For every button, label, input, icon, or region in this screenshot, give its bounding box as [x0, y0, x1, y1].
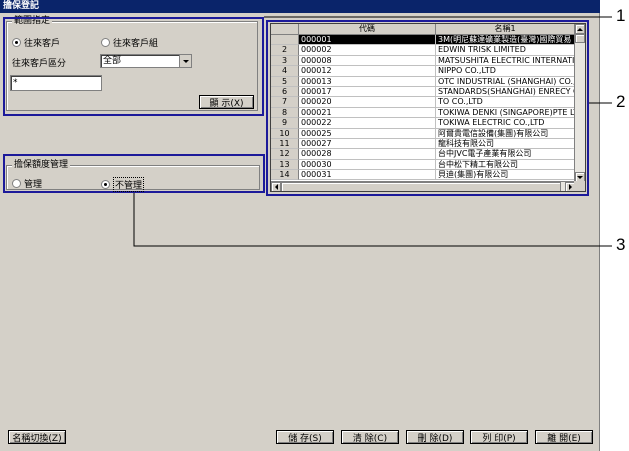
- radio-dot-selected-icon: [101, 180, 110, 189]
- radio-no-manage-label: 不管理: [113, 177, 145, 192]
- table-row[interactable]: 11 000027 龍科技有限公司: [271, 138, 575, 150]
- callout-number-3: 3: [616, 235, 626, 254]
- row-number[interactable]: 2: [271, 45, 299, 56]
- name-switch-label: 名稱切換(Z): [12, 433, 62, 444]
- cell-name[interactable]: 3M(明尼蘇達礦業製造(臺灣)國際貿易: [436, 35, 575, 46]
- radio-no-manage[interactable]: 不管理: [101, 177, 145, 192]
- row-number[interactable]: 4: [271, 66, 299, 77]
- row-number[interactable]: 11: [271, 138, 299, 150]
- print-button[interactable]: 列 印(P): [470, 430, 528, 444]
- cell-code[interactable]: 000001: [299, 35, 436, 46]
- table-row[interactable]: 3 000008 MATSUSHITA ELECTRIC INTERNATI: [271, 55, 575, 67]
- scroll-thumb-horizontal[interactable]: [281, 182, 561, 191]
- guarantee-group-title: 擔保額度管理: [12, 160, 71, 171]
- cell-name[interactable]: 台中松下精工有限公司: [436, 159, 575, 171]
- close-button[interactable]: 離 開(E): [535, 430, 593, 444]
- cell-code[interactable]: 000028: [299, 149, 436, 160]
- cell-name[interactable]: NIPPO CO.,LTD: [436, 66, 575, 77]
- radio-manage[interactable]: 管理: [12, 177, 42, 190]
- row-number[interactable]: 8: [271, 107, 299, 119]
- cell-name[interactable]: MATSUSHITA ELECTRIC INTERNATI: [436, 55, 575, 67]
- save-button-label: 儲 存(S): [288, 433, 322, 444]
- cell-code[interactable]: 000020: [299, 97, 436, 108]
- delete-button[interactable]: 刪 除(D): [406, 430, 464, 444]
- scroll-left-icon[interactable]: [271, 182, 281, 191]
- cell-code[interactable]: 000027: [299, 138, 436, 150]
- cell-name[interactable]: STANDARDS(SHANGHAI) ENRECY CO: [436, 86, 575, 98]
- row-number[interactable]: 10: [271, 128, 299, 139]
- clear-button-label: 清 除(C): [352, 433, 388, 444]
- scroll-up-icon[interactable]: [575, 24, 585, 34]
- table-row[interactable]: 10 000025 阿爾貴電信設備(集團)有限公司: [271, 128, 575, 139]
- cell-code[interactable]: 000021: [299, 107, 436, 119]
- cell-name[interactable]: EDWIN TRISK LIMITED: [436, 45, 575, 56]
- table-row[interactable]: 6 000017 STANDARDS(SHANGHAI) ENRECY CO: [271, 86, 575, 98]
- table-row[interactable]: 4 000012 NIPPO CO.,LTD: [271, 66, 575, 77]
- cell-code[interactable]: 000017: [299, 86, 436, 98]
- window-title: 擔保登記: [0, 0, 600, 13]
- highlight-box-1: [3, 17, 264, 116]
- table-row[interactable]: 12 000028 台中JVC電子產業有限公司: [271, 149, 575, 160]
- main-window: 擔保登記 範圍指定 往來客戶 往來客戶組 往來客戶區分 全部 * 顯 示(X) …: [0, 0, 600, 451]
- customer-grid[interactable]: 代碼 名稱1 000001 3M(明尼蘇達礦業製造(臺灣)國際貿易 2 000002 E…: [270, 23, 586, 192]
- grid-horizontal-scrollbar[interactable]: [271, 181, 575, 191]
- row-number[interactable]: 14: [271, 170, 299, 181]
- grid-header: 代碼 名稱1: [271, 24, 575, 35]
- save-button[interactable]: 儲 存(S): [276, 430, 334, 444]
- header-code[interactable]: 代碼: [299, 24, 436, 35]
- cell-name[interactable]: 阿爾貴電信設備(集團)有限公司: [436, 128, 575, 139]
- grid-vertical-scrollbar[interactable]: [574, 24, 585, 182]
- callout-number-2: 2: [616, 92, 626, 111]
- row-number[interactable]: 5: [271, 76, 299, 87]
- close-button-label: 離 開(E): [547, 433, 581, 444]
- row-number[interactable]: 3: [271, 55, 299, 67]
- row-number[interactable]: [271, 35, 299, 46]
- cell-code[interactable]: 000002: [299, 45, 436, 56]
- table-row[interactable]: 13 000030 台中松下精工有限公司: [271, 159, 575, 171]
- row-number[interactable]: 13: [271, 159, 299, 171]
- scroll-corner: [574, 181, 585, 191]
- cell-code[interactable]: 000030: [299, 159, 436, 171]
- name-switch-button[interactable]: 名稱切換(Z): [8, 430, 66, 444]
- row-number[interactable]: 9: [271, 118, 299, 129]
- grid-rows: 000001 3M(明尼蘇達礦業製造(臺灣)國際貿易 2 000002 EDWIN TR…: [271, 35, 575, 181]
- cell-name[interactable]: TOKIWA ELECTRIC CO.,LTD: [436, 118, 575, 129]
- cell-code[interactable]: 000031: [299, 170, 436, 181]
- row-number[interactable]: 6: [271, 86, 299, 98]
- table-row[interactable]: 000001 3M(明尼蘇達礦業製造(臺灣)國際貿易: [271, 35, 575, 46]
- cell-code[interactable]: 000008: [299, 55, 436, 67]
- clear-button[interactable]: 清 除(C): [341, 430, 399, 444]
- row-number[interactable]: 7: [271, 97, 299, 108]
- table-row[interactable]: 2 000002 EDWIN TRISK LIMITED: [271, 45, 575, 56]
- cell-name[interactable]: TO CO.,LTD: [436, 97, 575, 108]
- cell-code[interactable]: 000025: [299, 128, 436, 139]
- row-number[interactable]: 12: [271, 149, 299, 160]
- cell-code[interactable]: 000013: [299, 76, 436, 87]
- cell-name[interactable]: 台中JVC電子產業有限公司: [436, 149, 575, 160]
- header-name[interactable]: 名稱1: [436, 24, 575, 35]
- cell-code[interactable]: 000012: [299, 66, 436, 77]
- header-rownum: [271, 24, 299, 35]
- table-row[interactable]: 7 000020 TO CO.,LTD: [271, 97, 575, 108]
- print-button-label: 列 印(P): [482, 433, 516, 444]
- cell-name[interactable]: 龍科技有限公司: [436, 138, 575, 150]
- table-row[interactable]: 9 000022 TOKIWA ELECTRIC CO.,LTD: [271, 118, 575, 129]
- cell-name[interactable]: 貝迪(集團)有限公司: [436, 170, 575, 181]
- radio-dot-icon: [12, 179, 21, 188]
- cell-name[interactable]: OTC INDUSTRIAL (SHANGHAI) CO.,L: [436, 76, 575, 87]
- scroll-thumb[interactable]: [575, 34, 585, 43]
- table-row[interactable]: 14 000031 貝迪(集團)有限公司: [271, 170, 575, 181]
- cell-code[interactable]: 000022: [299, 118, 436, 129]
- table-row[interactable]: 5 000013 OTC INDUSTRIAL (SHANGHAI) CO.,L: [271, 76, 575, 87]
- delete-button-label: 刪 除(D): [417, 433, 453, 444]
- table-row[interactable]: 8 000021 TOKIWA DENKI (SINGAPORE)PTE LT: [271, 107, 575, 119]
- callout-number-1: 1: [616, 6, 626, 25]
- cell-name[interactable]: TOKIWA DENKI (SINGAPORE)PTE LT: [436, 107, 575, 119]
- radio-manage-label: 管理: [24, 180, 43, 190]
